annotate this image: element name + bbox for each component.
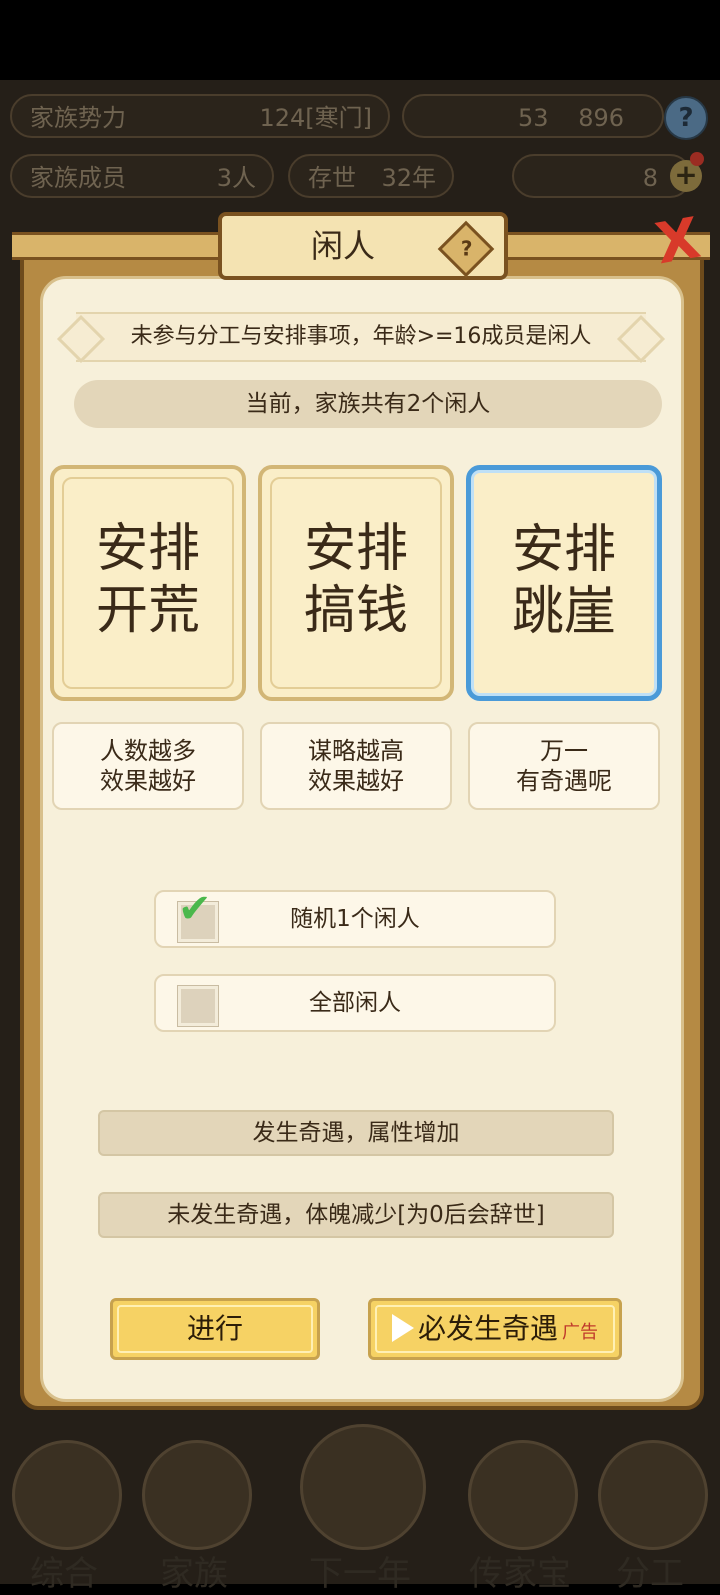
exist-years-bar: 存世 32年 — [288, 154, 454, 198]
resource-a-value: 53 — [518, 104, 549, 132]
idle-count-text: 当前，家族共有2个闲人 — [74, 380, 662, 428]
exist-value: 32年 — [381, 164, 436, 192]
nav-family[interactable]: 家族 — [134, 1440, 254, 1594]
family-power-bar: 家族势力 124[寒门] — [10, 94, 390, 138]
gold-value: 8 — [642, 164, 658, 192]
card-arrange-money[interactable]: 安排 搞钱 — [258, 465, 454, 701]
people-icon — [598, 1440, 708, 1550]
outcome-encounter: 发生奇遇，属性增加 — [98, 1110, 614, 1156]
family-power-label: 家族势力 — [30, 104, 126, 132]
family-members-bar: 家族成员 3人 — [10, 154, 274, 198]
resource-b-value: 896 — [578, 104, 624, 132]
members-value: 3人 — [216, 164, 256, 192]
rule-text: 未参与分工与安排事项，年龄>=16成员是闲人 — [130, 324, 592, 349]
play-icon — [391, 1314, 414, 1342]
nav-next-year[interactable]: 下一年 — [300, 1424, 426, 1594]
rule-ribbon: 未参与分工与安排事项，年龄>=16成员是闲人 — [56, 312, 666, 364]
option-all-idle[interactable]: 全部闲人 — [154, 974, 556, 1032]
outcome-no-encounter: 未发生奇遇，体魄减少[为0后会辞世] — [98, 1192, 614, 1238]
family-power-value: 124[寒门] — [259, 104, 372, 132]
nav-heirloom[interactable]: 传家宝 — [460, 1440, 580, 1594]
ad-label: 广告 — [562, 1322, 598, 1343]
option-random-one[interactable]: ✔ 随机1个闲人 — [154, 886, 556, 948]
dialog-title: 闲人 — [310, 227, 375, 265]
help-icon[interactable]: ? — [664, 96, 708, 140]
card-desc-reclaim: 人数越多 效果越好 — [52, 722, 244, 810]
card-arrange-reclaim[interactable]: 安排 开荒 — [50, 465, 246, 701]
mountain-icon — [300, 1424, 426, 1550]
members-label: 家族成员 — [30, 164, 126, 192]
house-icon — [142, 1440, 252, 1550]
bottom-nav: 综合 家族 下一年 传家宝 分工 — [0, 1420, 720, 1594]
nav-division[interactable]: 分工 — [590, 1440, 710, 1594]
resource-bar: 53 896 — [402, 94, 664, 138]
dialog-title-plate: 闲人 ? — [218, 212, 508, 280]
exist-label: 存世 — [308, 164, 356, 192]
close-icon[interactable]: X — [643, 206, 713, 278]
idle-people-dialog: 闲人 ? X 未参与分工与安排事项，年龄>=16成员是闲人 当前，家族共有2个闲… — [12, 206, 710, 1426]
guarantee-encounter-ad-button[interactable]: 必发生奇遇 广告 — [368, 1298, 622, 1360]
jade-icon — [468, 1440, 578, 1550]
gold-ingot-bar: 8 — [512, 154, 692, 198]
card-desc-cliff: 万一 有奇遇呢 — [468, 722, 660, 810]
card-desc-money: 谋略越高 效果越好 — [260, 722, 452, 810]
notification-dot — [690, 152, 704, 166]
title-help-icon[interactable]: ? — [437, 220, 495, 278]
nav-overview[interactable]: 综合 — [4, 1440, 124, 1594]
scroll-icon — [12, 1440, 122, 1550]
proceed-button[interactable]: 进行 — [110, 1298, 320, 1360]
card-arrange-cliff[interactable]: 安排 跳崖 — [466, 465, 662, 701]
